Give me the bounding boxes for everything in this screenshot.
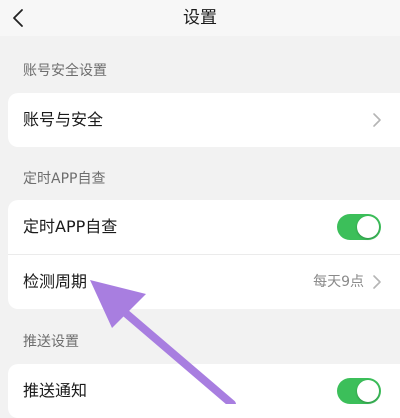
nav-header: 设置 [0, 0, 400, 36]
row-check-period[interactable]: 检测周期 每天9点 [8, 254, 400, 309]
row-push-notification: 推送通知 [8, 364, 400, 418]
row-account-security[interactable]: 账号与安全 [8, 93, 400, 147]
toggle-knob [357, 216, 379, 238]
row-label: 账号与安全 [23, 110, 104, 129]
push-notification-toggle[interactable] [337, 378, 381, 404]
page-title: 设置 [183, 8, 217, 28]
check-period-value: 每天9点 [313, 274, 364, 290]
card-scheduled-check: 定时APP自查 检测周期 每天9点 [8, 200, 400, 309]
chevron-right-icon [373, 113, 381, 127]
section-label-account: 账号安全设置 [23, 63, 107, 79]
card-push: 推送通知 [8, 364, 400, 418]
scheduled-check-toggle[interactable] [337, 214, 381, 240]
row-label: 定时APP自查 [23, 217, 118, 236]
card-account: 账号与安全 [8, 93, 400, 147]
chevron-right-icon [373, 275, 381, 289]
row-label: 推送通知 [23, 381, 88, 400]
section-label-push: 推送设置 [23, 334, 79, 350]
section-label-scheduled-check: 定时APP自查 [23, 171, 106, 187]
row-label: 检测周期 [23, 272, 88, 291]
toggle-knob [357, 380, 379, 402]
row-scheduled-check: 定时APP自查 [8, 200, 400, 254]
